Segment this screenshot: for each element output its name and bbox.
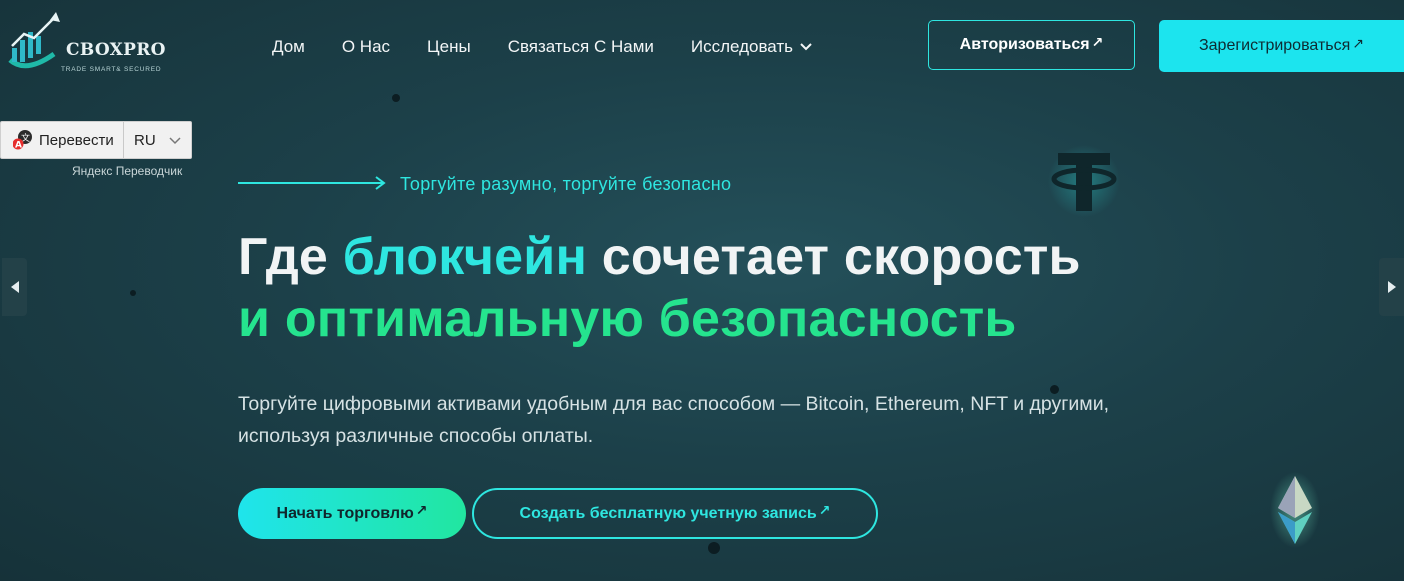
- caret-right-icon: [1387, 281, 1396, 293]
- ethereum-coin-icon: [1270, 472, 1320, 548]
- carousel-prev-button[interactable]: [2, 258, 27, 316]
- hero-heading: Где блокчейн сочетает скорость и оптимал…: [238, 226, 1081, 350]
- decor-dot: [392, 94, 400, 102]
- translate-icon: 文 A: [13, 130, 32, 151]
- heading-highlight: блокчейн: [342, 228, 588, 286]
- heading-part: сочетает скорость: [587, 228, 1081, 286]
- start-trading-label: Начать торговлю: [276, 504, 414, 522]
- arrow-up-right-icon: ↗: [1352, 34, 1365, 51]
- tether-coin-icon: [1048, 145, 1120, 217]
- register-button[interactable]: Зарегистрироваться ↗: [1159, 20, 1404, 72]
- start-trading-button[interactable]: Начать торговлю ↗: [238, 488, 466, 539]
- translate-widget: 文 A Перевести RU: [0, 121, 192, 159]
- carousel-next-button[interactable]: [1379, 258, 1404, 316]
- logo-name: CBOXPRO: [66, 40, 166, 60]
- nav-item-about[interactable]: О Нас: [342, 37, 390, 57]
- nav-item-pricing[interactable]: Цены: [427, 37, 471, 57]
- chevron-down-icon: [800, 43, 812, 51]
- translate-button[interactable]: 文 A Перевести: [1, 122, 124, 158]
- login-button-label: Авторизоваться: [959, 36, 1090, 53]
- register-button-label: Зарегистрироваться: [1198, 37, 1351, 54]
- nav-item-explore-label: Исследовать: [690, 37, 794, 56]
- heading-highlight-line2: и оптимальную безопасность: [238, 290, 1017, 348]
- nav-item-contact[interactable]: Связаться С Нами: [508, 37, 654, 57]
- decor-dot: [130, 290, 136, 296]
- hero-description: Торгуйте цифровыми активами удобным для …: [238, 393, 1110, 447]
- heading-part: Где: [238, 228, 343, 286]
- caret-left-icon: [10, 281, 19, 293]
- translate-credit[interactable]: Яндекс Переводчик: [72, 164, 182, 178]
- nav-item-home[interactable]: Дом: [272, 37, 305, 57]
- translate-button-label: Перевести: [39, 131, 114, 149]
- hero-tagline: Торгуйте разумно, торгуйте безопасно: [400, 174, 732, 194]
- arrow-up-right-icon: ↗: [1091, 33, 1104, 50]
- arrow-up-right-icon: ↗: [415, 502, 428, 518]
- main-nav: Дом О Нас Цены Связаться С Нами Исследов…: [272, 37, 850, 57]
- tagline-arrow-icon: [238, 176, 386, 190]
- nav-item-explore[interactable]: Исследовать: [691, 37, 813, 57]
- create-account-button[interactable]: Создать бесплатную учетную запись ↗: [472, 488, 878, 539]
- arrow-up-right-icon: ↗: [818, 502, 831, 518]
- chevron-down-icon: [169, 136, 181, 144]
- language-select[interactable]: RU: [124, 132, 182, 149]
- logo-tagline: TRADE SMART& SECURED: [61, 66, 162, 73]
- create-account-label: Создать бесплатную учетную запись: [519, 504, 817, 522]
- login-button[interactable]: Авторизоваться ↗: [928, 20, 1135, 70]
- logo-chart-icon: [8, 12, 60, 69]
- decor-dot: [708, 542, 720, 554]
- language-value: RU: [134, 131, 156, 149]
- svg-text:A: A: [15, 141, 22, 151]
- brand-logo[interactable]: CBOXPRO TRADE SMART& SECURED: [6, 10, 176, 80]
